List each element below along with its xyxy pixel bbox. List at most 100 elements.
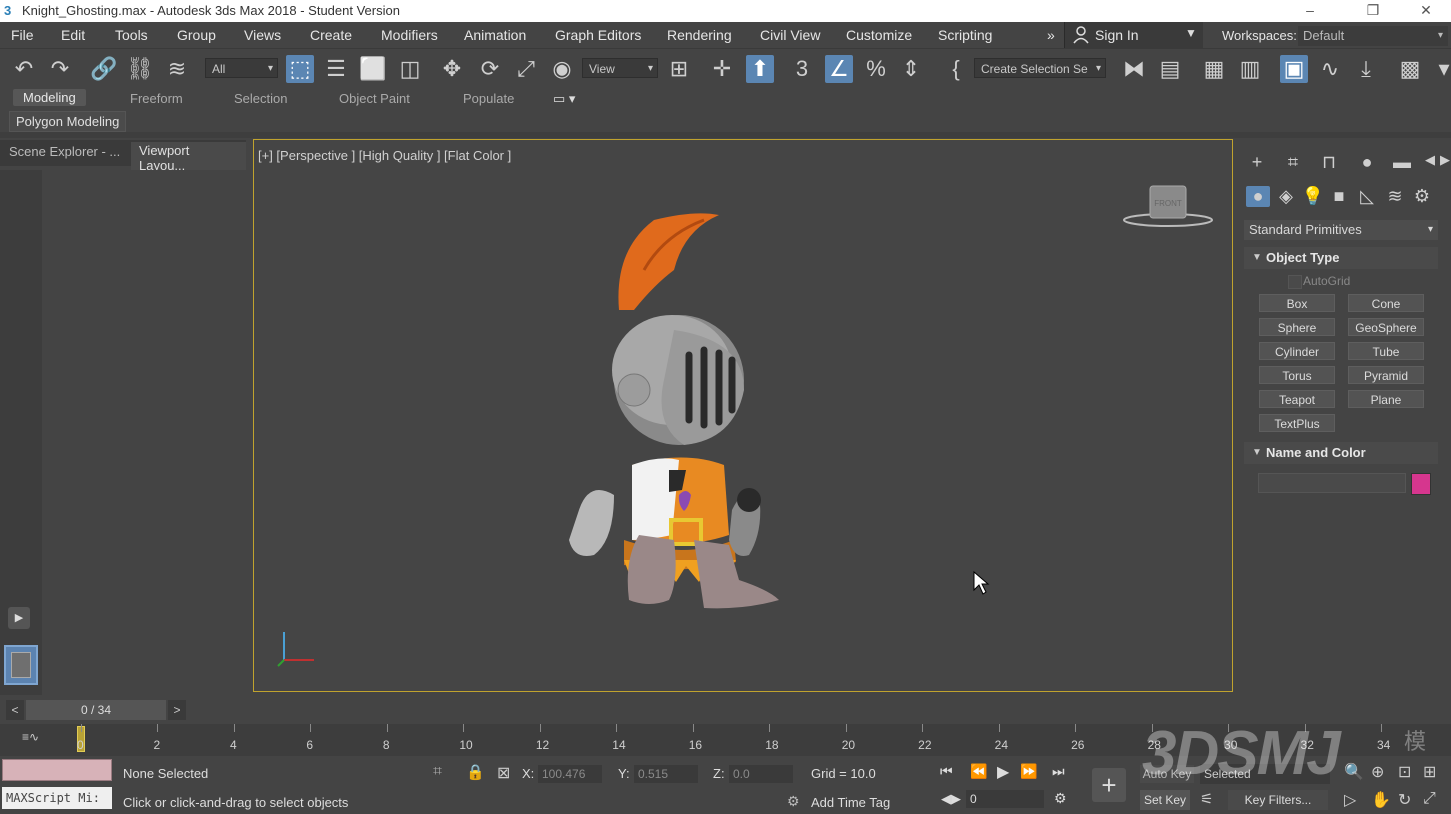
mini-curve-editor-icon[interactable]: ≡∿ <box>22 730 39 744</box>
cone-button[interactable]: Cone <box>1348 294 1424 312</box>
maxscript-listener-pink[interactable] <box>2 759 112 781</box>
menu-views[interactable]: Views <box>244 27 281 43</box>
perspective-viewport[interactable]: [+] [Perspective ] [High Quality ] [Flat… <box>253 139 1233 692</box>
pyramid-button[interactable]: Pyramid <box>1348 366 1424 384</box>
key-filter-icon[interactable]: ⚟ <box>1200 790 1213 808</box>
expand-layouts-icon[interactable]: ▶ <box>8 607 30 629</box>
angle-snap-icon[interactable]: ∠ <box>825 55 853 83</box>
align-icon[interactable]: ▤ <box>1156 55 1184 83</box>
helpers-icon[interactable]: ◺ <box>1355 186 1379 207</box>
pivot-center-icon[interactable]: ⊞ <box>665 55 693 83</box>
time-slider-next[interactable]: > <box>168 700 186 720</box>
box-button[interactable]: Box <box>1259 294 1335 312</box>
panel-right-arrow-icon[interactable]: ▶ <box>1433 152 1451 168</box>
layout-thumbnail[interactable] <box>4 645 38 685</box>
key-mode-icon[interactable]: ◀▶ <box>941 791 961 807</box>
selection-filter-dropdown[interactable]: All <box>205 58 278 79</box>
select-place-icon[interactable]: ◉ <box>548 55 576 83</box>
maximize-viewport-icon[interactable]: ⤢ <box>1423 790 1436 808</box>
cylinder-button[interactable]: Cylinder <box>1259 342 1335 360</box>
sphere-button[interactable]: Sphere <box>1259 318 1335 336</box>
menu-civil-view[interactable]: Civil View <box>760 27 820 43</box>
bind-space-warp-icon[interactable]: ≋ <box>163 55 191 83</box>
menu-scripting[interactable]: Scripting <box>938 27 992 43</box>
workspace-dropdown[interactable]: Default ▾ <box>1298 26 1448 46</box>
menu-file[interactable]: File <box>11 27 34 43</box>
schematic-view-icon[interactable]: ⤓ <box>1352 55 1380 83</box>
modify-tab-icon[interactable]: ⌗ <box>1281 152 1305 173</box>
tube-button[interactable]: Tube <box>1348 342 1424 360</box>
named-selection-dropdown[interactable]: Create Selection Se <box>974 58 1106 79</box>
viewport-label[interactable]: [+] [Perspective ] [High Quality ] [Flat… <box>258 148 511 163</box>
select-rotate-icon[interactable]: ⟳ <box>476 55 504 83</box>
cameras-icon[interactable]: ■ <box>1327 186 1351 207</box>
close-button[interactable]: ✕ <box>1403 0 1449 22</box>
object-name-field[interactable] <box>1258 473 1406 493</box>
toolbar-overflow-icon[interactable]: ▾ <box>1430 55 1451 83</box>
maxscript-mini-listener[interactable]: MAXScript Mi: <box>2 787 112 809</box>
textplus-button[interactable]: TextPlus <box>1259 414 1335 432</box>
curve-editor-icon[interactable]: ∿ <box>1316 55 1344 83</box>
next-frame-icon[interactable]: ⏩ <box>1020 763 1037 780</box>
category-dropdown[interactable]: Standard Primitives ▾ <box>1244 220 1438 240</box>
pan-view-icon[interactable]: ✋ <box>1371 790 1391 810</box>
menu-group[interactable]: Group <box>177 27 216 43</box>
polygon-modeling-tab[interactable]: Polygon Modeling <box>9 111 127 132</box>
field-of-view-icon[interactable]: ▷ <box>1344 790 1356 810</box>
mirror-icon[interactable]: ⧓ <box>1120 55 1148 83</box>
reference-coordinate-dropdown[interactable]: View <box>582 58 658 79</box>
plane-button[interactable]: Plane <box>1348 390 1424 408</box>
manipulate-icon[interactable]: ✛ <box>708 55 736 83</box>
object-color-swatch[interactable] <box>1411 473 1431 495</box>
tab-modeling[interactable]: Modeling <box>13 89 86 106</box>
menu-animation[interactable]: Animation <box>464 27 526 43</box>
tab-object-paint[interactable]: Object Paint <box>339 91 410 106</box>
geometry-icon[interactable]: ● <box>1246 186 1270 207</box>
tab-scene-explorer[interactable]: Scene Explorer - ... <box>9 144 120 159</box>
unlink-icon[interactable]: ⛓ <box>126 55 154 83</box>
select-move-icon[interactable]: ✥ <box>438 55 466 83</box>
motion-tab-icon[interactable]: ● <box>1355 152 1379 173</box>
z-coordinate-field[interactable]: 0.0 <box>729 765 793 783</box>
current-frame-field[interactable]: 0 <box>966 790 1044 808</box>
menu-graph-editors[interactable]: Graph Editors <box>555 27 641 43</box>
layer-explorer-icon[interactable]: ▥ <box>1236 55 1264 83</box>
lights-icon[interactable]: 💡 <box>1301 186 1325 207</box>
select-scale-icon[interactable]: ⤢ <box>512 55 540 83</box>
menu-create[interactable]: Create <box>310 27 352 43</box>
isolate-selection-icon[interactable]: ⌗ <box>433 763 442 781</box>
set-key-plus-icon[interactable]: + <box>1092 768 1126 802</box>
lock-icon[interactable]: 🔒 <box>466 763 485 781</box>
menu-tools[interactable]: Tools <box>115 27 148 43</box>
time-configuration-icon[interactable]: ⚙ <box>1054 790 1067 807</box>
menu-modifiers[interactable]: Modifiers <box>381 27 438 43</box>
torus-button[interactable]: Torus <box>1259 366 1335 384</box>
maximize-button[interactable]: ❐ <box>1350 0 1396 22</box>
menu-rendering[interactable]: Rendering <box>667 27 732 43</box>
display-tab-icon[interactable]: ▬ <box>1390 152 1414 173</box>
viewcube[interactable]: FRONT <box>1120 180 1216 232</box>
keyboard-shortcut-override-icon[interactable]: ⬆ <box>746 55 774 83</box>
knight-model[interactable] <box>554 210 794 620</box>
x-coordinate-field[interactable]: 100.476 <box>538 765 602 783</box>
zoom-extents-all-icon[interactable]: ⊞ <box>1423 762 1436 782</box>
ribbon-options-icon[interactable]: ▭ ▾ <box>553 91 575 107</box>
link-icon[interactable]: 🔗 <box>90 55 118 83</box>
tab-selection[interactable]: Selection <box>234 91 287 106</box>
window-crossing-icon[interactable]: ◫ <box>396 55 424 83</box>
set-key-button[interactable]: Set Key <box>1140 790 1190 810</box>
menu-overflow-icon[interactable]: » <box>1047 27 1055 43</box>
menu-edit[interactable]: Edit <box>61 27 85 43</box>
time-tag-icon[interactable]: ⚙ <box>787 793 800 810</box>
time-slider-frame[interactable]: 0 / 34 <box>26 700 166 720</box>
redo-icon[interactable]: ↷ <box>46 55 74 83</box>
systems-icon[interactable]: ⚙ <box>1410 186 1434 207</box>
go-to-start-icon[interactable]: ⏮ <box>940 763 953 780</box>
absolute-mode-icon[interactable]: ⊠ <box>497 763 510 783</box>
material-editor-icon[interactable]: ▩ <box>1396 55 1424 83</box>
orbit-icon[interactable]: ↻ <box>1398 790 1411 810</box>
hierarchy-tab-icon[interactable]: ⊓ <box>1317 152 1341 173</box>
object-type-rollout[interactable]: ▼ Object Type <box>1244 247 1438 269</box>
play-icon[interactable]: ▶ <box>997 762 1009 782</box>
rectangular-selection-icon[interactable]: ⬜ <box>359 55 387 83</box>
